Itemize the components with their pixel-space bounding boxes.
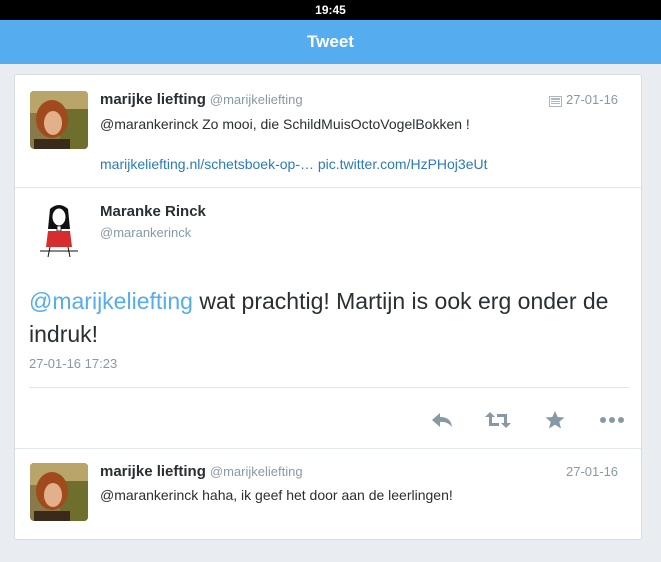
divider <box>15 448 641 449</box>
author-line: marijke liefting @marijkeliefting <box>100 91 303 108</box>
favorite-star-icon <box>545 411 565 429</box>
nav-title: Tweet <box>307 32 354 51</box>
author-name[interactable]: marijke liefting <box>100 91 206 108</box>
tweet-actions <box>425 405 635 435</box>
reply-button[interactable] <box>427 405 457 435</box>
divider <box>29 387 629 388</box>
tweet-text: @marankerinck Zo mooi, die SchildMuisOct… <box>100 116 470 132</box>
reply-author-line: marijke liefting @marijkeliefting <box>100 463 303 480</box>
author-handle-main[interactable]: @marankerinck <box>100 225 191 240</box>
reply-author-handle[interactable]: @marijkeliefting <box>210 464 303 479</box>
tweet-date: 27-01-16 <box>566 92 619 107</box>
reply-author-name[interactable]: marijke liefting <box>100 463 206 480</box>
favorite-button[interactable] <box>540 405 570 435</box>
avatar-photo <box>30 463 88 521</box>
reply-icon <box>432 413 452 427</box>
reply-date: 27-01-16 <box>566 464 619 479</box>
tweet-card: marijke liefting @marijkeliefting 27-01-1… <box>14 74 642 540</box>
link-pic[interactable]: pic.twitter.com/HzPHoj3eUt <box>318 156 488 172</box>
status-time: 19:45 <box>315 3 346 17</box>
avatar-photo <box>30 91 88 149</box>
tweet-links: marijkeliefting.nl/schetsboek-op-… pic.t… <box>100 156 487 172</box>
avatar-maranke[interactable] <box>30 201 88 259</box>
avatar-drawing <box>30 201 88 259</box>
retweet-icon <box>485 412 511 428</box>
more-button[interactable] <box>597 405 627 435</box>
mention-link[interactable]: @marijkeliefting <box>29 288 193 314</box>
link-website[interactable]: marijkeliefting.nl/schetsboek-op-… <box>100 156 314 172</box>
more-dots-icon <box>600 417 624 423</box>
status-bar: 19:45 <box>0 0 661 20</box>
divider <box>15 187 641 188</box>
avatar-marijke[interactable] <box>30 91 88 149</box>
reply-text: @marankerinck haha, ik geef het door aan… <box>100 487 453 503</box>
author-handle[interactable]: @marijkeliefting <box>210 92 303 107</box>
nav-bar: Tweet <box>0 20 661 64</box>
media-card-icon <box>549 94 562 112</box>
avatar-marijke-reply[interactable] <box>30 463 88 521</box>
author-name-main[interactable]: Maranke Rinck <box>100 203 206 220</box>
tweet-timestamp: 27-01-16 17:23 <box>29 356 118 371</box>
tweet-main-text: @marijkeliefting wat prachtig! Martijn i… <box>29 285 629 351</box>
retweet-button[interactable] <box>483 405 513 435</box>
